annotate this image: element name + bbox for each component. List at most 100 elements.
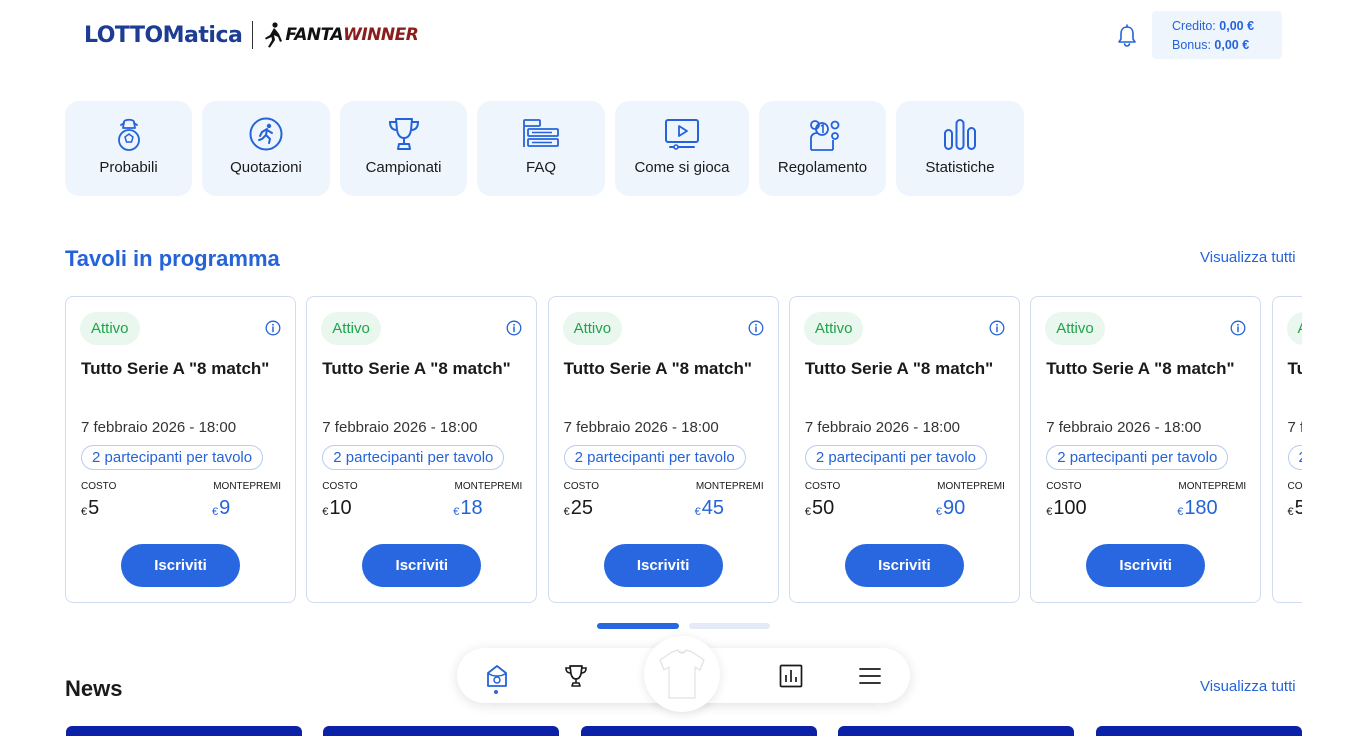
table-title: Tutto Serie A "8 match" <box>1287 359 1303 378</box>
menu-tile-regolamento[interactable]: Regolamento <box>759 101 886 196</box>
menu-tile-label: Probabili <box>99 159 158 176</box>
menu-tile-quotazioni[interactable]: Quotazioni <box>202 101 330 196</box>
table-card[interactable]: Attivo Tutto Serie A "8 match" 7 febbrai… <box>65 296 296 603</box>
news-card[interactable] <box>581 726 817 736</box>
trophy-icon[interactable] <box>563 663 589 689</box>
site-logo[interactable]: LOTTOMatica FANTA WINNER <box>84 18 419 52</box>
home-icon[interactable] <box>484 663 510 689</box>
cost-value: €25 <box>564 497 593 520</box>
running-player-icon <box>249 117 283 151</box>
menu-tile-label: Regolamento <box>777 159 868 176</box>
cost-value: €10 <box>322 497 351 520</box>
prize-value: €18 <box>453 497 482 520</box>
wallet-summary[interactable]: Credito: 0,00 € Bonus: 0,00 € <box>1152 11 1282 59</box>
team-shirt-button[interactable] <box>644 636 720 712</box>
status-badge: Attivo <box>1286 312 1302 345</box>
participants-chip: 2 partecipanti per tavolo <box>563 445 746 470</box>
bonus-value: 0,00 € <box>1214 38 1250 52</box>
prize-label: MONTEPREMI <box>454 481 523 492</box>
subscribe-button[interactable]: Iscriviti <box>362 544 482 587</box>
table-card[interactable]: Attivo Tutto Serie A "8 match" 7 febbrai… <box>1271 296 1303 603</box>
prize-amount: 90 <box>943 497 966 519</box>
prize-label: MONTEPREMI <box>695 481 764 492</box>
rules-icon <box>809 120 839 151</box>
cost-label: COSTO <box>1287 481 1303 492</box>
prize-label: MONTEPREMI <box>1178 481 1247 492</box>
menu-icon[interactable] <box>857 663 883 689</box>
cost-currency: € <box>81 506 88 518</box>
info-icon[interactable] <box>989 320 1005 336</box>
cost-amount: 5 <box>1294 497 1302 519</box>
menu-tile-label: Come si gioca <box>634 159 730 176</box>
info-icon[interactable] <box>506 320 522 336</box>
table-card[interactable]: Attivo Tutto Serie A "8 match" 7 febbrai… <box>547 296 779 603</box>
table-title: Tutto Serie A "8 match" <box>563 359 752 378</box>
prize-currency: € <box>694 506 701 518</box>
menu-tile-faq[interactable]: FAQ <box>477 101 605 196</box>
credit-value: 0,00 € <box>1219 19 1255 33</box>
player-badge-icon <box>117 118 140 151</box>
prize-label: MONTEPREMI <box>213 481 281 492</box>
subscribe-button[interactable]: Iscriviti <box>1086 544 1206 587</box>
stats-icon[interactable] <box>778 663 804 689</box>
logo-divider <box>252 21 254 49</box>
participants-chip: 2 partecipanti per tavolo <box>1287 445 1302 470</box>
bell-icon[interactable] <box>1116 24 1138 48</box>
menu-tile-come-si-gioca[interactable]: Come si gioca <box>615 101 749 196</box>
cost-value: €5 <box>81 497 99 520</box>
table-date: 7 febbraio 2026 - 18:00 <box>1287 419 1303 436</box>
tables-see-all-link[interactable]: Visualizza tutti <box>1200 249 1296 266</box>
news-card[interactable] <box>323 726 559 736</box>
table-card[interactable]: Attivo Tutto Serie A "8 match" 7 febbrai… <box>788 296 1020 603</box>
cost-amount: 5 <box>88 497 100 519</box>
news-see-all-link[interactable]: Visualizza tutti <box>1200 678 1296 695</box>
tables-carousel[interactable]: Attivo Tutto Serie A "8 match" 7 febbrai… <box>65 296 1302 604</box>
prize-value: €9 <box>212 497 230 520</box>
news-card[interactable] <box>1096 726 1302 736</box>
prize-value: €90 <box>936 497 965 520</box>
menu-tile-label: Campionati <box>365 159 442 176</box>
menu-tile-probabili[interactable]: Probabili <box>65 101 192 196</box>
shirt-icon <box>659 649 705 699</box>
table-card[interactable]: Attivo Tutto Serie A "8 match" 7 febbrai… <box>306 296 538 603</box>
prize-label: MONTEPREMI <box>937 481 1005 492</box>
status-badge: Attivo <box>321 312 381 345</box>
news-card[interactable] <box>66 726 302 736</box>
menu-tile-label: Quotazioni <box>230 159 302 176</box>
news-section-title: News <box>65 676 123 701</box>
table-date: 7 febbraio 2026 - 18:00 <box>563 419 719 436</box>
carousel-dot-active[interactable] <box>597 623 679 629</box>
lottomatica-logo: LOTTOMatica <box>84 22 243 48</box>
menu-tile-campionati[interactable]: Campionati <box>340 101 467 196</box>
cost-currency: € <box>1046 506 1053 518</box>
prize-amount: 45 <box>701 497 724 519</box>
table-card[interactable]: Attivo Tutto Serie A "8 match" 7 febbrai… <box>1030 296 1262 603</box>
table-title: Tutto Serie A "8 match" <box>81 359 270 378</box>
cost-label: COSTO <box>563 481 599 492</box>
subscribe-button[interactable]: Iscriviti <box>603 544 723 587</box>
news-card[interactable] <box>838 726 1074 736</box>
status-badge: Attivo <box>562 312 623 345</box>
cost-amount: 50 <box>812 497 835 519</box>
fanta-text: FANTA <box>285 25 344 45</box>
menu-tile-label: Statistiche <box>925 159 995 176</box>
table-date: 7 febbraio 2026 - 18:00 <box>322 419 478 436</box>
subscribe-button[interactable]: Iscriviti <box>844 544 964 587</box>
table-date: 7 febbraio 2026 - 18:00 <box>1046 419 1202 436</box>
participants-chip: 2 partecipanti per tavolo <box>1046 445 1229 470</box>
cost-label: COSTO <box>322 481 358 492</box>
info-icon[interactable] <box>748 320 764 336</box>
menu-tile-statistiche[interactable]: Statistiche <box>896 101 1024 196</box>
prize-value: €180 <box>1177 497 1218 520</box>
prize-amount: 18 <box>460 497 483 519</box>
cost-currency: € <box>804 506 812 518</box>
carousel-dot[interactable] <box>689 623 770 629</box>
cost-value: €100 <box>1046 497 1087 520</box>
prize-value: €45 <box>695 497 724 520</box>
info-icon[interactable] <box>1230 320 1246 336</box>
info-icon[interactable] <box>265 320 281 336</box>
subscribe-button[interactable]: Iscriviti <box>121 544 240 587</box>
table-title: Tutto Serie A "8 match" <box>1046 359 1235 378</box>
status-badge: Attivo <box>1045 312 1105 345</box>
trophy-icon <box>388 118 419 150</box>
